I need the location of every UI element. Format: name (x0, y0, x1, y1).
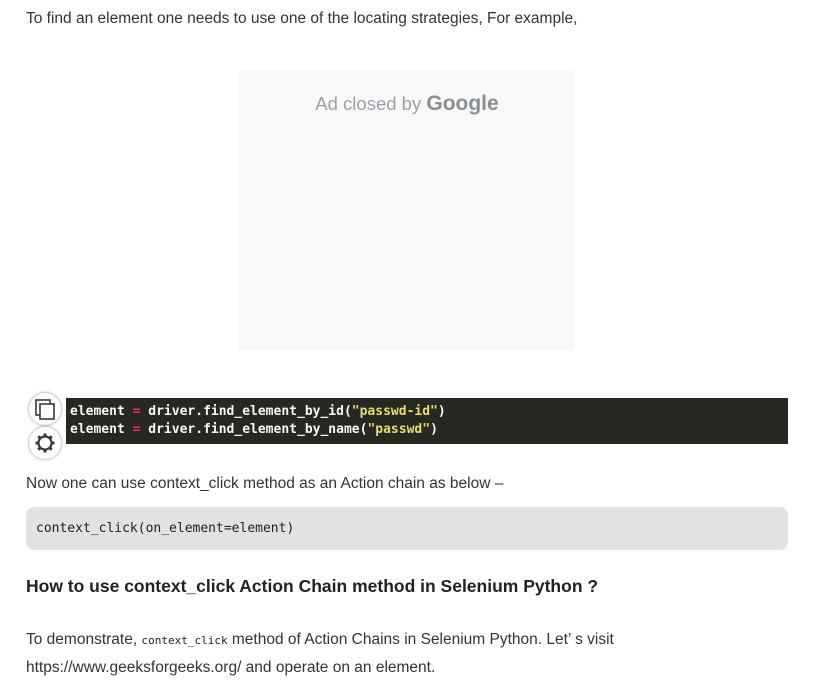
code-line-1: element = driver.find_element_by_id("pas… (70, 403, 788, 421)
inline-code: context_click (141, 634, 228, 647)
copy-code-button[interactable] (29, 393, 61, 425)
section-heading: How to use context_click Action Chain me… (26, 576, 599, 596)
code-token: element (70, 404, 125, 419)
code-token: ) (437, 404, 446, 419)
ad-placeholder: Ad closed by Google (239, 71, 575, 351)
ad-closed-message: Ad closed by Google (315, 92, 498, 351)
code-token: driver.find_element_by_id( (148, 404, 352, 419)
copy-icon (35, 399, 55, 420)
code-line-2: element = driver.find_element_by_name("p… (70, 421, 788, 439)
gear-icon (35, 433, 55, 453)
action-chain-paragraph: Now one can use context_click method as … (26, 475, 504, 492)
code-operator: = (132, 404, 141, 419)
code-token: element (70, 422, 125, 437)
code-settings-button[interactable] (29, 427, 61, 459)
code-block: element = driver.find_element_by_id("pas… (66, 398, 788, 444)
intro-paragraph: To find an element one needs to use one … (26, 10, 578, 27)
code-token: driver.find_element_by_name( (148, 422, 368, 437)
code-token: ) (430, 422, 438, 437)
code-snippet-text: context_click(on_element=element) (36, 521, 295, 536)
demo-paragraph: To demonstrate, context_click method of … (26, 626, 796, 681)
demo-text-prefix: To demonstrate, (26, 631, 138, 648)
code-string: "passwd-id" (351, 404, 438, 419)
google-logo-text: Google (426, 92, 499, 115)
code-operator: = (132, 422, 141, 437)
ad-closed-label: Ad closed by (315, 93, 422, 114)
code-snippet: context_click(on_element=element) (26, 507, 788, 550)
code-string: "passwd" (367, 422, 431, 437)
